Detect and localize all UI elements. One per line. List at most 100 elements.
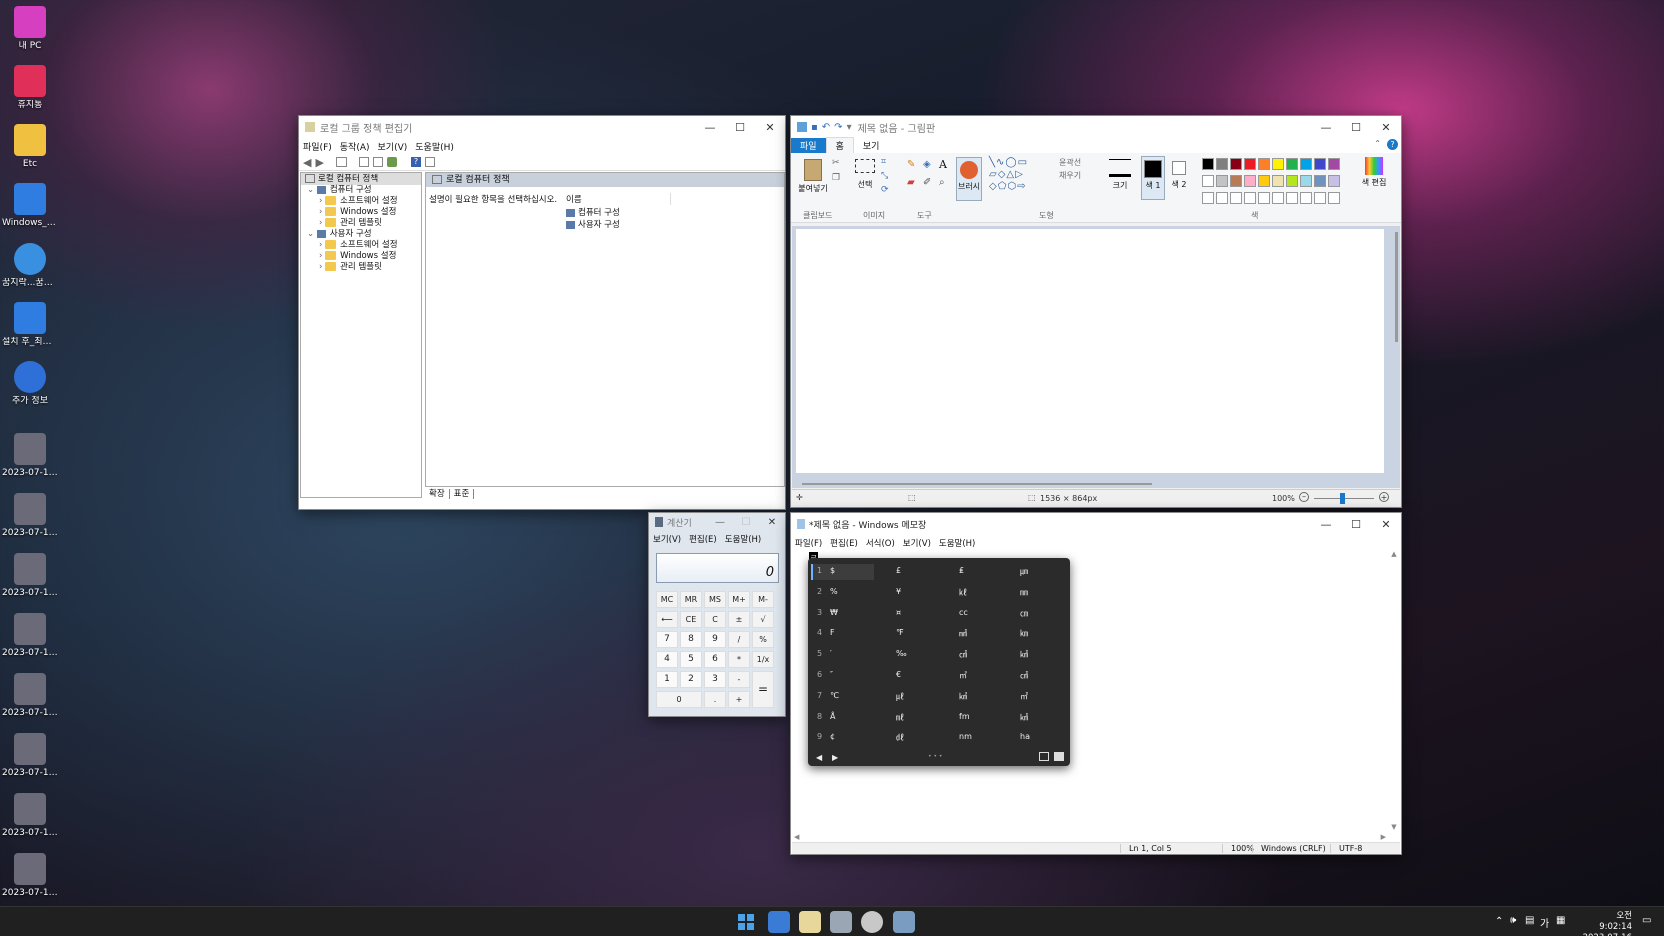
list-item[interactable]: 컴퓨터 구성 bbox=[566, 206, 620, 218]
outline-button[interactable]: 윤곽선 bbox=[1059, 157, 1081, 168]
menu-help[interactable]: 도움말(H) bbox=[415, 140, 454, 153]
tab-standard[interactable]: 표준 bbox=[449, 489, 475, 499]
close-button[interactable]: ✕ bbox=[1371, 518, 1401, 531]
list-item[interactable]: 사용자 구성 bbox=[566, 218, 620, 230]
symbol-cell[interactable]: ha bbox=[1020, 732, 1030, 741]
rotate-icon[interactable]: ⟳ bbox=[881, 185, 889, 195]
symbol-cell[interactable]: ㎖ bbox=[896, 712, 904, 723]
calc-key[interactable]: 6 bbox=[704, 651, 726, 668]
color-swatch[interactable] bbox=[1286, 175, 1298, 187]
empty-color-swatch[interactable] bbox=[1202, 192, 1214, 204]
zoom-out-button[interactable]: – bbox=[1299, 492, 1309, 502]
color-swatch[interactable] bbox=[1202, 175, 1214, 187]
calc-key-zero[interactable]: 0 bbox=[656, 691, 702, 708]
calc-key-dot[interactable]: . bbox=[704, 691, 726, 708]
maximize-button[interactable]: ☐ bbox=[733, 517, 759, 528]
filter-icon[interactable] bbox=[424, 157, 435, 167]
vertical-scrollbar[interactable]: ▲ ▼ bbox=[1388, 550, 1400, 833]
color-swatch[interactable] bbox=[1272, 175, 1284, 187]
color-swatch[interactable] bbox=[1300, 158, 1312, 170]
symbol-cell[interactable]: ㎡ bbox=[1020, 691, 1028, 702]
paste-button[interactable]: 붙여넣기 bbox=[797, 159, 829, 194]
symbol-cell[interactable]: € bbox=[896, 670, 901, 679]
symbol-cell[interactable]: ㎗ bbox=[896, 732, 904, 743]
maximize-button[interactable]: ☐ bbox=[725, 121, 755, 134]
empty-color-swatch[interactable] bbox=[1314, 192, 1326, 204]
maximize-button[interactable]: ☐ bbox=[1341, 518, 1371, 531]
tree-node[interactable]: ⌄ 사용자 구성 bbox=[301, 229, 421, 240]
menu-view[interactable]: 보기(V) bbox=[903, 537, 931, 549]
color-swatch[interactable] bbox=[1328, 158, 1340, 170]
scroll-right-icon[interactable]: ▶ bbox=[1381, 833, 1386, 841]
tree-node[interactable]: › Windows 설정 bbox=[301, 251, 421, 262]
symbol-cell[interactable]: ㎝ bbox=[1020, 608, 1028, 619]
color-swatch[interactable] bbox=[1230, 175, 1242, 187]
color-swatch[interactable] bbox=[1202, 158, 1214, 170]
color-picker-icon[interactable]: ✐ bbox=[923, 177, 931, 188]
zoom-slider-thumb[interactable] bbox=[1340, 493, 1345, 504]
color-swatch[interactable] bbox=[1230, 158, 1242, 170]
tree-root[interactable]: 로컬 컴퓨터 정책 bbox=[301, 173, 421, 185]
color-swatch[interactable] bbox=[1216, 175, 1228, 187]
symbol-cell[interactable]: ‰ bbox=[896, 649, 907, 658]
calculator-titlebar[interactable]: 계산기 — ☐ ✕ bbox=[649, 513, 785, 531]
undo-icon[interactable]: ↶ bbox=[822, 122, 830, 133]
help-icon[interactable]: ? bbox=[1387, 139, 1398, 150]
scroll-up-icon[interactable]: ▲ bbox=[1388, 550, 1400, 558]
tree-node[interactable]: › 소프트웨어 설정 bbox=[301, 196, 421, 207]
calc-key[interactable]: 8 bbox=[680, 631, 702, 648]
notification-icon[interactable]: ▭ bbox=[1642, 915, 1651, 926]
eraser-icon[interactable]: ▰ bbox=[907, 177, 915, 188]
empty-color-swatch[interactable] bbox=[1272, 192, 1284, 204]
symbol-cell[interactable]: ¥ bbox=[896, 587, 901, 596]
save-icon[interactable]: ▪ bbox=[811, 122, 818, 133]
tree-node[interactable]: ⌄ 컴퓨터 구성 bbox=[301, 185, 421, 196]
scroll-down-icon[interactable]: ▼ bbox=[1388, 823, 1400, 831]
horizontal-scrollbar[interactable] bbox=[802, 483, 1152, 485]
scroll-left-icon[interactable]: ◀ bbox=[794, 833, 799, 841]
collapse-ribbon-icon[interactable]: ⌃ bbox=[1374, 139, 1381, 148]
menu-view[interactable]: 보기(V) bbox=[653, 533, 681, 545]
symbol-cell[interactable]: ¢ bbox=[830, 732, 835, 741]
forward-arrow-icon[interactable]: ▶ bbox=[315, 156, 323, 169]
maximize-button[interactable]: ☐ bbox=[1341, 121, 1371, 134]
paint-titlebar[interactable]: ▪ ↶ ↷ ▾ 제목 없음 - 그림판 — ☐ ✕ bbox=[791, 116, 1401, 138]
gpedit-titlebar[interactable]: 로컬 그룹 정책 편집기 — ☐ ✕ bbox=[299, 116, 785, 138]
symbol-cell[interactable]: F bbox=[830, 628, 835, 637]
magnifier-icon[interactable]: ⌕ bbox=[939, 177, 945, 188]
copy-icon[interactable]: ❐ bbox=[832, 173, 840, 183]
pencil-icon[interactable]: ✎ bbox=[907, 159, 915, 170]
tab-extended[interactable]: 확장 bbox=[425, 489, 450, 499]
properties-icon[interactable] bbox=[358, 157, 369, 167]
color-swatch[interactable] bbox=[1328, 175, 1340, 187]
export-icon[interactable] bbox=[372, 157, 383, 167]
calc-key[interactable]: 9 bbox=[704, 631, 726, 648]
vertical-scrollbar[interactable] bbox=[1395, 232, 1398, 342]
calc-key[interactable]: CE bbox=[680, 611, 702, 628]
color-swatch[interactable] bbox=[1258, 175, 1270, 187]
color1-button[interactable]: 색 1 bbox=[1141, 156, 1165, 200]
calc-key[interactable]: 3 bbox=[704, 671, 726, 688]
popup-settings-icon[interactable] bbox=[1054, 752, 1064, 761]
minimize-button[interactable]: — bbox=[695, 121, 725, 134]
menu-edit[interactable]: 편집(E) bbox=[689, 533, 717, 545]
symbol-cell[interactable]: ㎕ bbox=[896, 691, 904, 702]
back-arrow-icon[interactable]: ◀ bbox=[303, 156, 311, 169]
symbol-cell[interactable]: % bbox=[830, 587, 838, 596]
symbol-cell[interactable]: ₤ bbox=[959, 566, 964, 575]
size-button[interactable]: 크기 bbox=[1109, 157, 1131, 191]
minimize-button[interactable]: — bbox=[707, 517, 733, 528]
desktop-icon[interactable]: 2023-07-16_... bbox=[2, 553, 58, 599]
desktop-icon[interactable]: 2023-07-16_... bbox=[2, 793, 58, 839]
input-mode-icon[interactable]: ▦ bbox=[1556, 915, 1565, 926]
symbol-cell[interactable]: ㎘ bbox=[959, 587, 967, 598]
symbol-cell[interactable]: Å bbox=[830, 712, 835, 721]
menu-help[interactable]: 도움말(H) bbox=[725, 533, 761, 545]
calc-key[interactable]: * bbox=[728, 651, 750, 668]
desktop-icon[interactable]: 2023-07-16_... bbox=[2, 493, 58, 539]
symbol-cell[interactable]: ㎥ bbox=[959, 670, 967, 681]
tree-node[interactable]: › Windows 설정 bbox=[301, 207, 421, 218]
fill-icon[interactable]: ◈ bbox=[923, 159, 931, 170]
symbol-cell[interactable]: ㎢ bbox=[1020, 712, 1028, 723]
quick-access-dropdown-icon[interactable]: ▾ bbox=[847, 122, 852, 133]
